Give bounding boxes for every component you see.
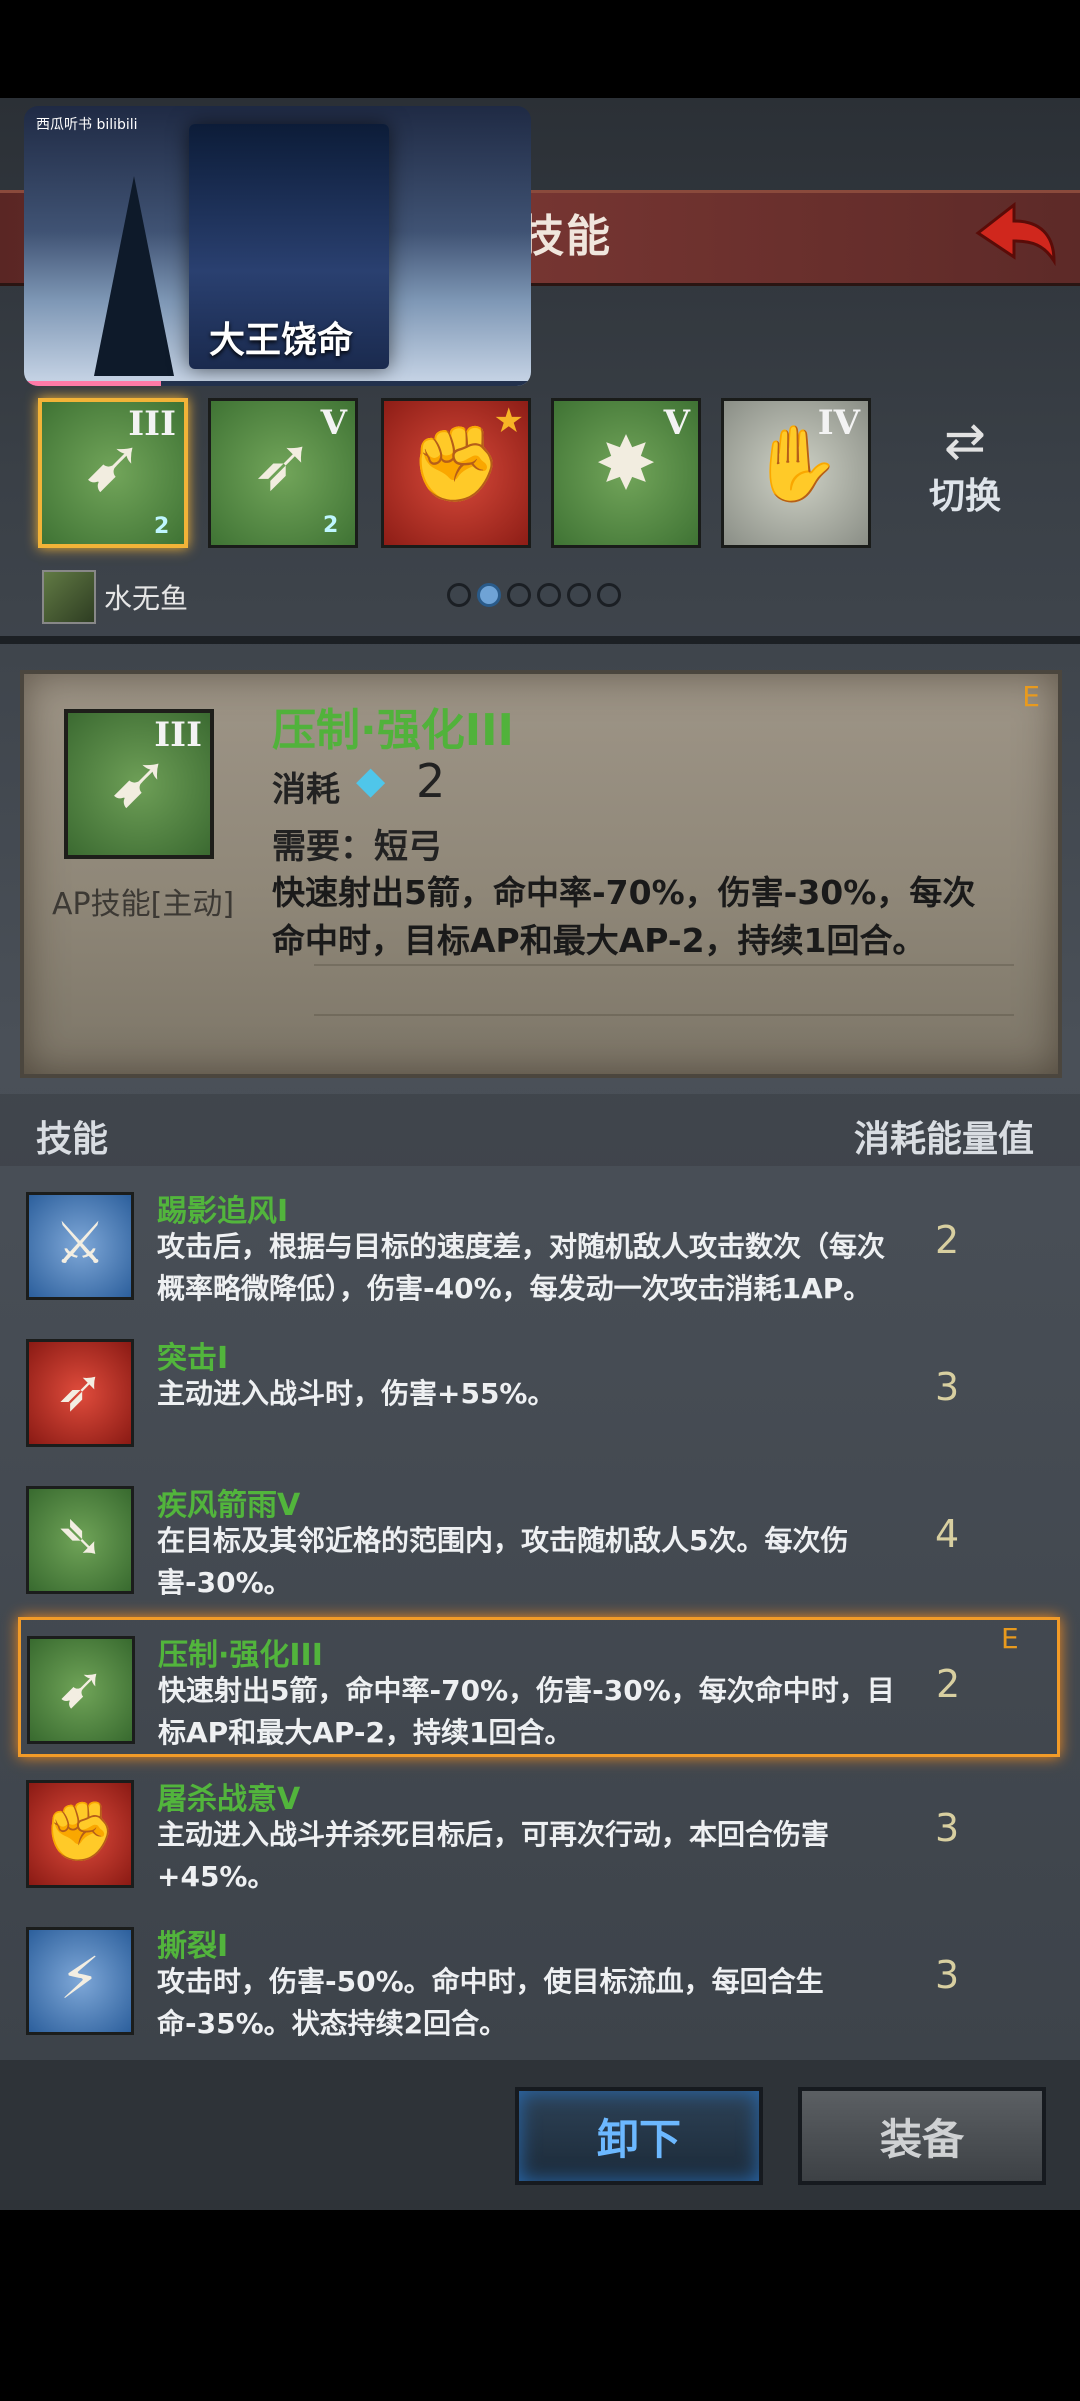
skill-name: 疾风箭雨V (157, 1488, 301, 1523)
skill-tag: E (1001, 1622, 1019, 1655)
diamond-icon: ◆ (356, 758, 386, 802)
page-dot[interactable] (597, 583, 621, 607)
skill-name: 踢影追风I (157, 1194, 289, 1229)
slot-gem-count: 2 (323, 513, 339, 538)
skill-glyph-icon: ➹ (81, 422, 144, 508)
tree-decoration (94, 176, 174, 376)
skill-description: 主动进入战斗时，伤害+55%。 (157, 1377, 556, 1410)
detail-skill-name: 压制·强化III (272, 705, 514, 756)
detail-requirement: 需要：短弓 (272, 827, 442, 867)
skill-glyph-icon: ➶ (55, 1356, 105, 1424)
skill-name: 撕裂I (157, 1929, 229, 1964)
skill-icon: ➶ (26, 1339, 134, 1447)
card-line (314, 964, 1014, 966)
skill-glyph-icon: ➴ (55, 1503, 105, 1571)
unload-button[interactable]: 卸下 (515, 2087, 763, 2185)
swap-arrows-icon: ⇄ (944, 412, 986, 470)
skill-description: 攻击后，根据与目标的速度差，对随机敌人攻击数次（每次概率略微降低），伤害-40%… (157, 1230, 886, 1305)
skill-cost: 2 (936, 1662, 961, 1706)
skill-cost: 3 (935, 1365, 960, 1409)
skill-description: 主动进入战斗并杀死目标后，可再次行动，本回合伤害+45%。 (157, 1818, 830, 1893)
avatar (42, 570, 96, 624)
skill-slot-4[interactable]: V ✸ (551, 398, 701, 548)
skill-cost: 3 (935, 1806, 960, 1850)
skill-row[interactable]: ✊ 屠杀战意V 主动进入战斗并杀死目标后，可再次行动，本回合伤害+45%。 3 (20, 1764, 1060, 1904)
page-dot[interactable] (507, 583, 531, 607)
skill-row[interactable]: ⚔ 踢影追风I 攻击后，根据与目标的速度差，对随机敌人攻击数次（每次概率略微降低），… (20, 1176, 1060, 1316)
skill-row[interactable]: ➴ 疾风箭雨V 在目标及其邻近格的范围内，攻击随机敌人5次。每次伤害-30%。 4 (20, 1470, 1060, 1610)
skill-glyph-icon: ✋ (749, 421, 843, 507)
poster-title: 大王饶命 (209, 320, 354, 361)
equip-button[interactable]: 装备 (798, 2087, 1046, 2185)
skill-glyph-icon: ✊ (409, 421, 503, 507)
detail-cost-label: 消耗 (272, 770, 340, 810)
skill-description: 攻击时，伤害-50%。命中时，使目标流血，每回合生命-35%。状态持续2回合。 (157, 1965, 824, 2040)
skill-detail-card: III ➹ AP技能[主动] 压制·强化III 消耗 ◆ 2 需要：短弓 快速射… (20, 670, 1062, 1078)
skill-icon: ⚔ (26, 1192, 134, 1300)
skill-list-header: 技能 消耗能量值 (0, 1094, 1080, 1166)
page-title: 技能 (520, 211, 612, 262)
back-arrow-icon[interactable] (970, 195, 1060, 273)
detail-description: 快速射出5箭，命中率-70%，伤害-30%，每次命中时，目标AP和最大AP-2，… (272, 873, 976, 960)
skill-cost: 4 (935, 1512, 960, 1556)
skill-glyph-icon: ⚡ (59, 1944, 101, 2012)
skill-glyph-icon: ➹ (56, 1653, 106, 1721)
list-header-cost: 消耗能量值 (853, 1119, 1034, 1160)
skill-row[interactable]: ➹ 压制·强化III 快速射出5箭，命中率-70%，伤害-30%，每次命中时，目标A… (18, 1617, 1060, 1757)
section-divider (0, 636, 1080, 644)
skill-icon: ➹ (27, 1636, 135, 1744)
switch-label: 切换 (928, 476, 1001, 517)
skill-name: 屠杀战意V (157, 1782, 301, 1817)
page-dot[interactable] (477, 583, 501, 607)
video-progress-bar[interactable] (24, 381, 531, 386)
detail-tag: E (1022, 680, 1040, 713)
skill-icon: ✊ (26, 1780, 134, 1888)
skill-name: 压制·强化III (158, 1638, 323, 1673)
page-indicator (447, 583, 621, 607)
card-line (314, 1014, 1014, 1016)
skill-slot-3[interactable]: ★ ✊ (381, 398, 531, 548)
switch-button[interactable]: ⇄ 切换 (920, 415, 1010, 519)
skill-slot-1[interactable]: III ➹ 2 (38, 398, 188, 548)
skill-row[interactable]: ⚡ 撕裂I 攻击时，伤害-50%。命中时，使目标流血，每回合生命-35%。状态持续2… (20, 1911, 1060, 2051)
skill-name: 突击I (157, 1341, 229, 1376)
page-dot[interactable] (567, 583, 591, 607)
list-header-skill: 技能 (36, 1119, 109, 1160)
skill-cost: 3 (935, 1953, 960, 1997)
skill-glyph-icon: ⚔ (54, 1209, 106, 1277)
arrows-icon: ➹ (107, 738, 170, 824)
skill-glyph-icon: ➶ (251, 421, 314, 507)
detail-cost-value: 2 (416, 754, 446, 808)
owner-name: 水无鱼 (104, 582, 189, 615)
skill-slot-2[interactable]: V ➶ 2 (208, 398, 358, 548)
skill-icon: ⚡ (26, 1927, 134, 2035)
skill-description: 在目标及其邻近格的范围内，攻击随机敌人5次。每次伤害-30%。 (157, 1524, 849, 1599)
page-dot[interactable] (537, 583, 561, 607)
video-brand: 西瓜听书 bilibili (36, 117, 138, 133)
skill-icon: ➴ (26, 1486, 134, 1594)
slot-gem-count: 2 (154, 514, 170, 539)
skill-cost: 2 (935, 1218, 960, 1262)
skill-slot-5[interactable]: IV ✋ (721, 398, 871, 548)
video-player[interactable]: 西瓜听书 bilibili 大王饶命 (24, 106, 531, 386)
skill-glyph-icon: ✊ (43, 1797, 117, 1865)
owner-info: 水无鱼 (42, 570, 188, 624)
detail-skill-type: AP技能[主动] (52, 887, 235, 922)
detail-skill-icon: III ➹ (64, 709, 214, 859)
skill-glyph-icon: ✸ (594, 421, 657, 507)
skill-description: 快速射出5箭，命中率-70%，伤害-30%，每次命中时，目标AP和最大AP-2，… (158, 1674, 895, 1749)
skill-row[interactable]: ➶ 突击I 主动进入战斗时，伤害+55%。 3 (20, 1323, 1060, 1463)
page-dot[interactable] (447, 583, 471, 607)
